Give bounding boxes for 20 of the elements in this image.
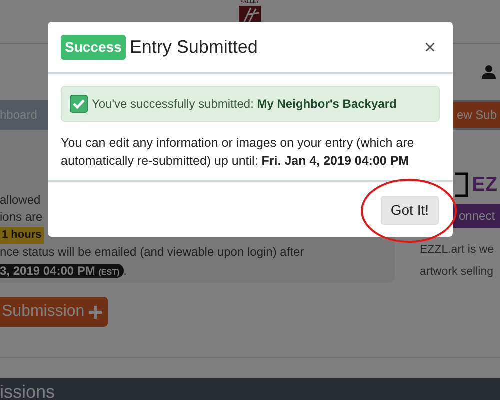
- got-it-button[interactable]: Got It!: [380, 196, 439, 225]
- time-left-badge: 1 hours: [0, 227, 44, 244]
- message-text: You can edit any information or images on your entry (which are automatically re-submitted) up until: Fri. Jan 4, 2019 04:00 PM: [61, 135, 416, 170]
- partner-text: EZZL.art is we: [419, 243, 496, 258]
- user-icon[interactable]: [482, 65, 496, 79]
- period-text: .: [124, 264, 127, 278]
- frame-icon: [455, 170, 469, 200]
- add-submission-button[interactable]: Submission: [0, 297, 108, 327]
- notice-text: ions are: [0, 210, 43, 224]
- modal-title: Entry Submitted: [130, 36, 258, 59]
- partner-logo: EZ: [472, 174, 498, 196]
- close-button[interactable]: ×: [420, 38, 440, 58]
- alert-text: You've successfully submitted: My Neighbor's Backyard: [92, 96, 397, 113]
- section-header: issions: [0, 378, 500, 400]
- status-text: nce status will be emailed (and viewable upon login) after: [0, 245, 304, 259]
- success-badge: Success: [61, 35, 126, 60]
- plus-icon: [88, 306, 102, 318]
- partner-text: artwork selling: [419, 265, 494, 280]
- notice-text: allowed: [0, 193, 41, 207]
- deadline-badge: 3, 2019 04:00 PM (EST): [0, 264, 124, 278]
